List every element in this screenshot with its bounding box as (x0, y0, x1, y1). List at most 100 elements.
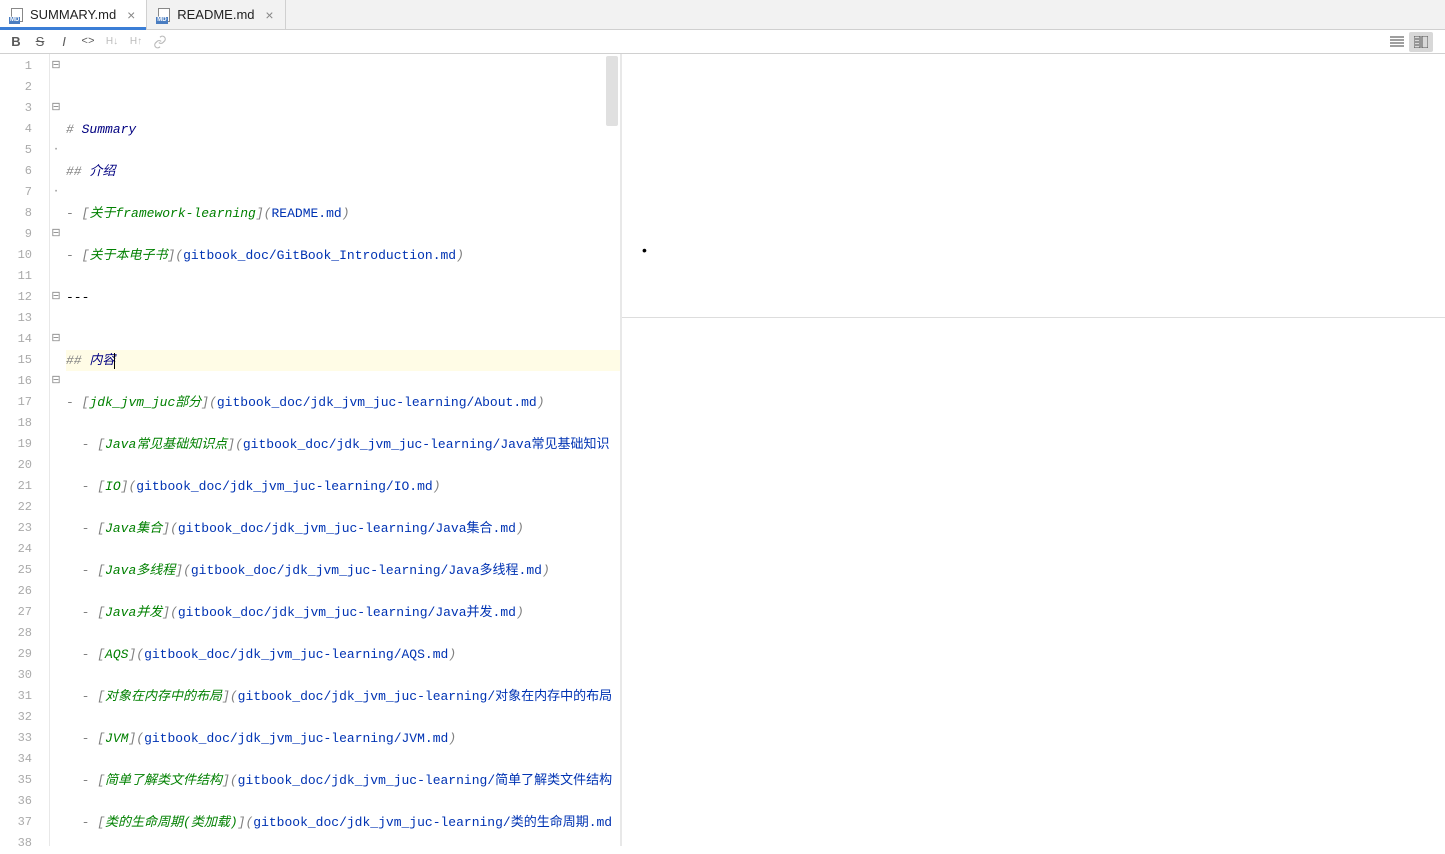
code-line[interactable] (66, 329, 620, 350)
fold-marker[interactable]: ⊟ (50, 371, 62, 392)
scrollbar-thumb[interactable] (606, 56, 618, 126)
code-line[interactable]: ## 介绍 (66, 161, 620, 182)
line-number: 19 (0, 434, 32, 455)
bold-button[interactable]: B (4, 32, 28, 52)
fold-marker[interactable]: ⊟ (50, 98, 62, 119)
code-line[interactable] (66, 455, 620, 476)
code-line[interactable] (66, 581, 620, 602)
line-number: 2 (0, 77, 32, 98)
code-line[interactable] (66, 308, 620, 329)
fold-marker (50, 749, 62, 770)
line-number: 29 (0, 644, 32, 665)
line-number: 38 (0, 833, 32, 854)
line-number: 15 (0, 350, 32, 371)
preview-only-button[interactable] (1433, 32, 1441, 52)
code-line[interactable]: - [Java集合](gitbook_doc/jdk_jvm_juc-learn… (66, 518, 620, 539)
line-number: 27 (0, 602, 32, 623)
list-icon (1390, 36, 1404, 48)
fold-marker (50, 770, 62, 791)
fold-marker (50, 539, 62, 560)
code-line[interactable]: - [关于本电子书](gitbook_doc/GitBook_Introduct… (66, 245, 620, 266)
code-line[interactable]: - [AQS](gitbook_doc/jdk_jvm_juc-learning… (66, 644, 620, 665)
editor-only-button[interactable] (1385, 32, 1409, 52)
fold-marker (50, 644, 62, 665)
code-line[interactable] (66, 497, 620, 518)
code-line[interactable] (66, 749, 620, 770)
line-number: 11 (0, 266, 32, 287)
code-line[interactable]: # Summary (66, 119, 620, 140)
code-line[interactable]: - [对象在内存中的布局](gitbook_doc/jdk_jvm_juc-le… (66, 686, 620, 707)
preview-pane: • (622, 54, 1445, 846)
code-line[interactable]: - [Java多线程](gitbook_doc/jdk_jvm_juc-lear… (66, 560, 620, 581)
header-up-button[interactable]: H↑ (124, 32, 148, 52)
code-line[interactable] (66, 623, 620, 644)
tab-label: README.md (177, 7, 254, 22)
tab-readme[interactable]: README.md × (147, 0, 285, 29)
line-number: 32 (0, 707, 32, 728)
close-icon[interactable]: × (124, 7, 138, 23)
code-line[interactable] (66, 791, 620, 812)
code-line[interactable]: - [关于framework-learning](README.md) (66, 203, 620, 224)
code-line[interactable]: --- (66, 287, 620, 308)
fold-marker (50, 77, 62, 98)
code-line[interactable] (66, 140, 620, 161)
code-line[interactable] (66, 182, 620, 203)
fold-marker[interactable]: · (50, 182, 62, 203)
editor-pane: 1234567891011121314151617181920212223242… (0, 54, 622, 846)
code-line[interactable]: - [Java并发](gitbook_doc/jdk_jvm_juc-learn… (66, 602, 620, 623)
code-line[interactable] (66, 833, 620, 846)
code-line[interactable] (66, 707, 620, 728)
code-line[interactable] (66, 266, 620, 287)
line-number: 5 (0, 140, 32, 161)
line-number: 26 (0, 581, 32, 602)
code-line[interactable] (66, 665, 620, 686)
code-line[interactable] (66, 224, 620, 245)
line-number: 23 (0, 518, 32, 539)
fold-marker (50, 686, 62, 707)
header-down-button[interactable]: H↓ (100, 32, 124, 52)
fold-marker[interactable]: ⊟ (50, 287, 62, 308)
code-line[interactable]: - [jdk_jvm_juc部分](gitbook_doc/jdk_jvm_ju… (66, 392, 620, 413)
fold-marker[interactable]: ⊟ (50, 224, 62, 245)
link-button[interactable] (148, 32, 172, 52)
line-number: 8 (0, 203, 32, 224)
fold-marker[interactable]: ⊟ (50, 329, 62, 350)
fold-marker (50, 434, 62, 455)
fold-marker (50, 203, 62, 224)
fold-marker (50, 623, 62, 644)
fold-marker (50, 728, 62, 749)
fold-marker (50, 665, 62, 686)
code-line[interactable]: ## 内容 (66, 350, 620, 371)
code-line[interactable] (66, 539, 620, 560)
fold-marker[interactable]: ⊟ (50, 56, 62, 77)
line-number: 37 (0, 812, 32, 833)
code-line[interactable] (66, 371, 620, 392)
code-line[interactable]: - [Java常见基础知识点](gitbook_doc/jdk_jvm_juc-… (66, 434, 620, 455)
line-number: 12 (0, 287, 32, 308)
code-line[interactable]: - [简单了解类文件结构](gitbook_doc/jdk_jvm_juc-le… (66, 770, 620, 791)
line-number: 13 (0, 308, 32, 329)
split-view-button[interactable] (1409, 32, 1433, 52)
fold-marker (50, 392, 62, 413)
code-line[interactable] (66, 413, 620, 434)
fold-marker (50, 833, 62, 854)
fold-marker (50, 791, 62, 812)
line-number: 22 (0, 497, 32, 518)
code-button[interactable]: <> (76, 32, 100, 52)
code-line[interactable]: - [类的生命周期(类加载)](gitbook_doc/jdk_jvm_juc-… (66, 812, 620, 833)
fold-marker[interactable]: · (50, 140, 62, 161)
strikethrough-button[interactable]: S (28, 32, 52, 52)
italic-button[interactable]: I (52, 32, 76, 52)
line-number: 33 (0, 728, 32, 749)
line-number: 16 (0, 371, 32, 392)
preview-hr (622, 317, 1445, 318)
code-editor[interactable]: # Summary ## 介绍 - [关于framework-learning](R… (62, 54, 620, 846)
code-line[interactable]: - [IO](gitbook_doc/jdk_jvm_juc-learning/… (66, 476, 620, 497)
line-number: 34 (0, 749, 32, 770)
code-line[interactable]: - [JVM](gitbook_doc/jdk_jvm_juc-learning… (66, 728, 620, 749)
line-number: 4 (0, 119, 32, 140)
line-number: 20 (0, 455, 32, 476)
tab-summary[interactable]: SUMMARY.md × (0, 0, 147, 29)
close-icon[interactable]: × (263, 7, 277, 23)
markdown-toolbar: B S I <> H↓ H↑ (0, 30, 1445, 54)
